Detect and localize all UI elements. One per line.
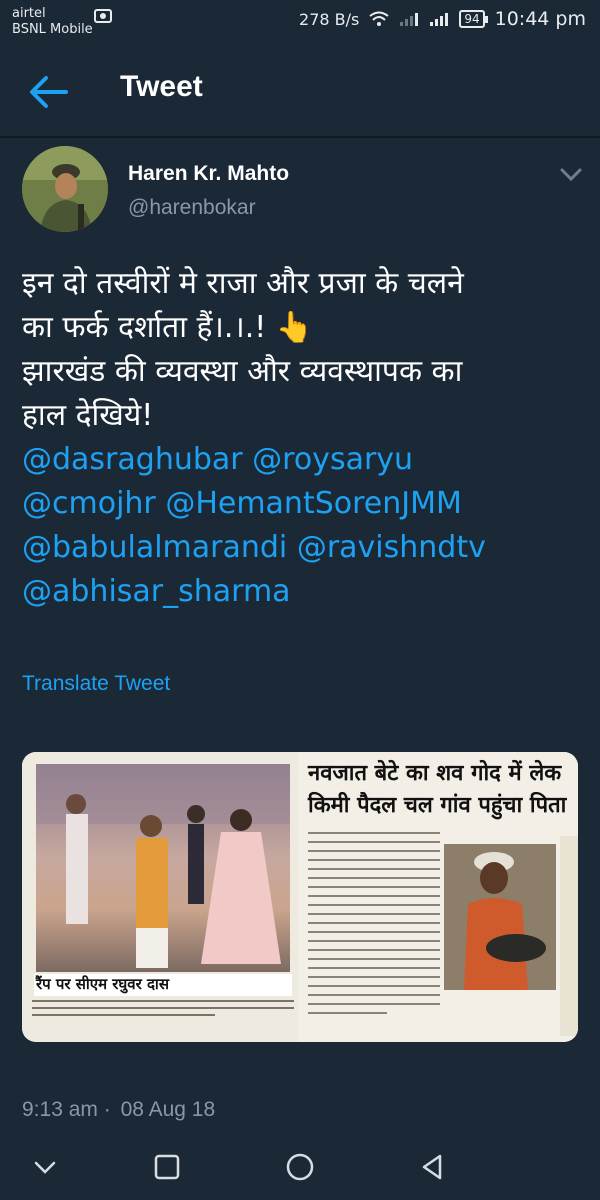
tweet-line-2: का फर्क दर्शाता हैं।.।.! 👆 [22, 306, 582, 350]
avatar[interactable] [22, 146, 108, 232]
media-image-left[interactable]: रैंप पर सीएम रघुवर दास [22, 752, 298, 1042]
home-icon[interactable] [285, 1152, 315, 1182]
right-headline-line-1: नवजात बेटे का शव गोद में लेक [308, 761, 562, 786]
tweet-line-4: हाल देखिये! [22, 398, 154, 433]
media-image-right[interactable]: नवजात बेटे का शव गोद में लेक किमी पैदल च… [304, 752, 578, 1042]
carrier-1: airtel [12, 6, 46, 21]
ramp-photo-figures [36, 764, 290, 968]
tweet-time: 9:13 am [22, 1098, 98, 1121]
tweet-text: इन दो तस्वीरों मे राजा और प्रजा के चलने … [22, 262, 582, 614]
translate-tweet-link[interactable]: Translate Tweet [22, 672, 170, 696]
pointing-up-emoji-icon: 👆 [275, 310, 314, 345]
back-triangle-icon[interactable] [418, 1152, 448, 1182]
tweet-line-3: झारखंड की व्यवस्था और व्यवस्थापक का [22, 354, 463, 389]
mention-abhisar-sharma[interactable]: @abhisar_sharma [22, 574, 291, 609]
app-header: Tweet [0, 46, 600, 136]
status-bar: airtel BSNL Mobile 278 B/s 94 10:44 pm [0, 0, 600, 46]
ramp-photo [36, 764, 290, 972]
mention-dasraghubar[interactable]: @dasraghubar [22, 442, 243, 477]
father-photo [444, 844, 556, 990]
tweet-line-1: इन दो तस्वीरों मे राजा और प्रजा के चलने [22, 266, 464, 301]
carrier-labels: airtel BSNL Mobile [12, 6, 93, 38]
left-caption: रैंप पर सीएम रघुवर दास [36, 975, 169, 993]
signal-icon [400, 13, 419, 26]
system-nav-bar [0, 1130, 600, 1200]
father-photo-figure [444, 844, 556, 990]
wifi-icon [369, 11, 389, 26]
author-handle[interactable]: @harenbokar [128, 196, 256, 220]
left-article-text [32, 1000, 294, 1038]
tweet-timestamp: 9:13 am · 08 Aug 18 [22, 1098, 215, 1122]
back-arrow-icon[interactable] [28, 74, 68, 110]
mention-row-3: @babulalmarandi @ravishndtv [22, 526, 582, 570]
status-right: 278 B/s 94 10:44 pm [299, 8, 586, 30]
side-column [560, 836, 578, 1036]
mention-row-4: @abhisar_sharma [22, 570, 582, 614]
nav-hide-icon[interactable] [30, 1152, 60, 1182]
right-headline-line-2: किमी पैदल चल गांव पहुंचा पिता [308, 793, 567, 818]
mention-row-1: @dasraghubar @roysaryu [22, 438, 582, 482]
mention-babulalmarandi[interactable]: @babulalmarandi [22, 530, 287, 565]
recent-apps-icon[interactable] [152, 1152, 182, 1182]
carrier-2: BSNL Mobile [12, 22, 93, 37]
right-headline: नवजात बेटे का शव गोद में लेक किमी पैदल च… [304, 758, 578, 822]
page-title: Tweet [120, 70, 203, 103]
mention-hemantsorenjmm[interactable]: @HemantSorenJMM [165, 486, 462, 521]
tweet-line-2-text: का फर्क दर्शाता हैं।.।.! [22, 310, 267, 345]
timestamp-separator: · [103, 1098, 111, 1121]
tweet-date: 08 Aug 18 [120, 1098, 216, 1121]
right-article-text [308, 832, 440, 1037]
signal-icon-2 [430, 13, 449, 26]
header-divider [0, 136, 600, 138]
notification-icon [94, 9, 112, 23]
chevron-down-icon[interactable] [560, 168, 582, 182]
tweet-media: रैंप पर सीएम रघुवर दास नवजात बेटे का शव … [22, 752, 578, 1042]
mention-roysaryu[interactable]: @roysaryu [252, 442, 413, 477]
status-time: 10:44 pm [494, 8, 586, 30]
mention-row-2: @cmojhr @HemantSorenJMM [22, 482, 582, 526]
author-name[interactable]: Haren Kr. Mahto [128, 162, 289, 186]
avatar-image [22, 146, 108, 232]
mention-ravishndtv[interactable]: @ravishndtv [297, 530, 486, 565]
mention-cmojhr[interactable]: @cmojhr [22, 486, 156, 521]
net-speed: 278 B/s [299, 9, 360, 29]
battery-icon: 94 [459, 10, 488, 28]
